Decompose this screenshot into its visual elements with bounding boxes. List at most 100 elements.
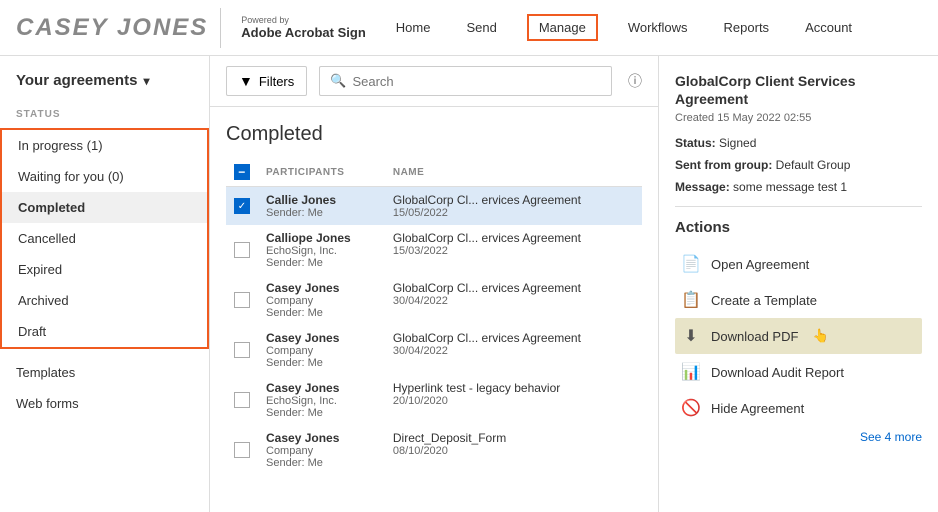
sidebar: Your agreements ▾ STATUS In progress (1)… (0, 56, 210, 512)
message-value: some message test 1 (733, 180, 847, 194)
table-row[interactable]: ✓ Callie Jones Sender: Me GlobalCorp Cl.… (226, 187, 642, 226)
action-item-download-pdf-icon[interactable]: ⬇ Download PDF 👆 (675, 318, 922, 354)
search-icon: 🔍 (330, 73, 346, 89)
action-item-doc-icon[interactable]: 📄 Open Agreement (675, 246, 922, 282)
row-checkbox[interactable] (234, 342, 250, 358)
row-agreement: Direct_Deposit_Form 08/10/2020 (385, 425, 642, 475)
row-checkbox[interactable] (234, 292, 250, 308)
filter-icon: ▼ (239, 73, 253, 89)
status-value: Signed (719, 136, 756, 150)
select-all-checkbox[interactable]: − (234, 164, 250, 180)
sidebar-item-in-progress[interactable]: In progress (1) (2, 130, 207, 161)
actions-list: 📄 Open Agreement 📋 Create a Template ⬇ D… (675, 246, 922, 426)
action-item-audit-icon[interactable]: 📊 Download Audit Report (675, 354, 922, 390)
header-divider (220, 8, 221, 48)
row-checkbox-cell[interactable] (226, 425, 258, 475)
participant-sender: Sender: Me (266, 357, 377, 369)
filters-label: Filters (259, 74, 294, 89)
actions-title: Actions (675, 219, 922, 236)
hide-icon: 🚫 (681, 398, 701, 418)
main-container: Your agreements ▾ STATUS In progress (1)… (0, 56, 938, 512)
participant-sender: Sender: Me (266, 307, 377, 319)
row-checkbox[interactable] (234, 442, 250, 458)
table-row[interactable]: Casey Jones EchoSign, Inc. Sender: Me Hy… (226, 375, 642, 425)
row-agreement: GlobalCorp Cl... ervices Agreement 30/04… (385, 275, 642, 325)
search-container: 🔍 (319, 66, 612, 96)
logo-area: CASEY JONES Powered by Adobe Acrobat Sig… (16, 8, 366, 48)
powered-by-text: Powered by (241, 15, 365, 25)
row-participants: Callie Jones Sender: Me (258, 187, 385, 226)
row-checkbox-cell[interactable] (226, 375, 258, 425)
list-title: Completed (226, 123, 642, 146)
right-panel: GlobalCorp Client Services Agreement Cre… (658, 56, 938, 512)
content-area: ▼ Filters 🔍 ⓘ Completed − PARTICIPANTS (210, 56, 658, 512)
nav-workflows[interactable]: Workflows (622, 16, 694, 39)
participant-company: Company (266, 295, 377, 307)
row-checkbox-cell[interactable] (226, 275, 258, 325)
panel-divider (675, 206, 922, 207)
list-area: Completed − PARTICIPANTS NAME ✓ Callie J… (210, 107, 658, 512)
row-agreement: GlobalCorp Cl... ervices Agreement 15/03… (385, 225, 642, 275)
row-agreement: GlobalCorp Cl... ervices Agreement 30/04… (385, 325, 642, 375)
sidebar-item-completed[interactable]: Completed (2, 192, 207, 223)
agreement-date: 30/04/2022 (393, 345, 634, 357)
filters-button[interactable]: ▼ Filters (226, 66, 307, 96)
download-pdf-icon: ⬇ (681, 326, 701, 346)
participant-company: Company (266, 345, 377, 357)
participant-sender: Sender: Me (266, 207, 377, 219)
sidebar-item-cancelled[interactable]: Cancelled (2, 223, 207, 254)
row-participants: Casey Jones EchoSign, Inc. Sender: Me (258, 375, 385, 425)
row-checkbox-cell[interactable] (226, 225, 258, 275)
row-participants: Casey Jones Company Sender: Me (258, 325, 385, 375)
info-icon[interactable]: ⓘ (628, 71, 642, 91)
row-checkbox[interactable] (234, 392, 250, 408)
participant-sender: Sender: Me (266, 407, 377, 419)
table-row[interactable]: Calliope Jones EchoSign, Inc. Sender: Me… (226, 225, 642, 275)
th-participants: PARTICIPANTS (258, 158, 385, 187)
sidebar-item-templates[interactable]: Templates (0, 357, 209, 388)
agreement-date: 08/10/2020 (393, 445, 634, 457)
sidebar-item-waiting[interactable]: Waiting for you (0) (2, 161, 207, 192)
status-group-border: In progress (1) Waiting for you (0) Comp… (0, 128, 209, 349)
right-panel-status: Status: Signed (675, 136, 922, 150)
sidebar-item-expired[interactable]: Expired (2, 254, 207, 285)
table-row[interactable]: Casey Jones Company Sender: Me GlobalCor… (226, 275, 642, 325)
sidebar-item-archived[interactable]: Archived (2, 285, 207, 316)
sidebar-item-draft[interactable]: Draft (2, 316, 207, 347)
participant-name: Casey Jones (266, 281, 377, 295)
right-panel-title: GlobalCorp Client Services Agreement (675, 72, 922, 108)
agreement-name: GlobalCorp Cl... ervices Agreement (393, 331, 634, 345)
sent-from-value: Default Group (776, 158, 851, 172)
row-checkbox-cell[interactable]: ✓ (226, 187, 258, 226)
row-checkbox[interactable]: ✓ (234, 198, 250, 214)
nav-home[interactable]: Home (390, 16, 437, 39)
agreements-title: Your agreements (16, 72, 137, 89)
action-label: Download PDF (711, 329, 798, 344)
nav-menu: Home Send Manage Workflows Reports Accou… (390, 14, 922, 41)
table-row[interactable]: Casey Jones Company Sender: Me GlobalCor… (226, 325, 642, 375)
row-checkbox[interactable] (234, 242, 250, 258)
participant-name: Casey Jones (266, 331, 377, 345)
action-item-template-icon[interactable]: 📋 Create a Template (675, 282, 922, 318)
nav-manage[interactable]: Manage (527, 14, 598, 41)
agreement-name: Hyperlink test - legacy behavior (393, 381, 634, 395)
action-item-hide-icon[interactable]: 🚫 Hide Agreement (675, 390, 922, 426)
participant-name: Calliope Jones (266, 231, 377, 245)
sidebar-item-webforms[interactable]: Web forms (0, 388, 209, 419)
status-label: Status: (675, 136, 716, 150)
see-more-link[interactable]: See 4 more (675, 430, 922, 444)
nav-reports[interactable]: Reports (718, 16, 776, 39)
row-checkbox-cell[interactable] (226, 325, 258, 375)
nav-send[interactable]: Send (460, 16, 502, 39)
table-row[interactable]: Casey Jones Company Sender: Me Direct_De… (226, 425, 642, 475)
th-checkbox: − (226, 158, 258, 187)
agreements-header[interactable]: Your agreements ▾ (0, 72, 209, 101)
nav-account[interactable]: Account (799, 16, 858, 39)
agreement-name: GlobalCorp Cl... ervices Agreement (393, 281, 634, 295)
agreement-name: GlobalCorp Cl... ervices Agreement (393, 231, 634, 245)
powered-by-area: Powered by Adobe Acrobat Sign (241, 15, 365, 40)
agreement-date: 20/10/2020 (393, 395, 634, 407)
search-input[interactable] (352, 74, 601, 89)
participant-sender: Sender: Me (266, 257, 377, 269)
participant-name: Casey Jones (266, 381, 377, 395)
